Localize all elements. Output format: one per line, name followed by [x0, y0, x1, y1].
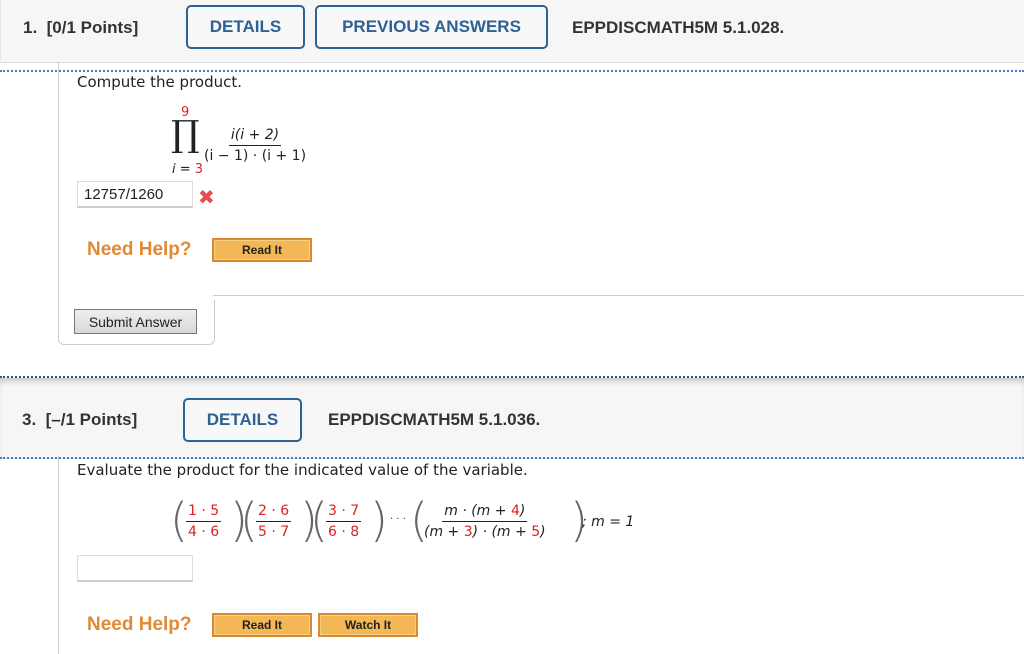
question-1-header: 1. [0/1 Points] DETAILS PREVIOUS ANSWERS… — [0, 0, 1024, 63]
submit-answer-button[interactable]: Submit Answer — [74, 309, 197, 334]
need-help-label: Need Help? — [87, 614, 192, 635]
evaluate-formula: ( 1 · 5 4 · 6 ) ( 2 · 6 5 · 7 ) ( 3 · 7 … — [170, 493, 670, 547]
details-button[interactable]: DETAILS — [186, 5, 305, 49]
fraction-denominator: (i − 1) · (i + 1) — [204, 148, 307, 164]
question-1-code: EPPDISCMATH5M 5.1.028. — [572, 18, 785, 37]
divider — [0, 70, 1024, 72]
question-3-prompt: Evaluate the product for the indicated v… — [77, 461, 528, 479]
factor-3-den: 6 · 8 — [328, 524, 360, 540]
answer-input[interactable]: 12757/1260 — [77, 181, 193, 208]
previous-answers-button[interactable]: PREVIOUS ANSWERS — [315, 5, 548, 49]
question-3-header: 3. [–/1 Points] DETAILS EPPDISCMATH5M 5.… — [0, 376, 1024, 459]
factor-2-num: 2 · 6 — [256, 503, 292, 522]
factor-1-den: 4 · 6 — [188, 524, 220, 540]
factor-3: 3 · 7 6 · 8 — [326, 503, 362, 540]
watch-it-button[interactable]: Watch It — [318, 613, 418, 637]
question-1-prompt: Compute the product. — [77, 73, 243, 91]
factor-1: 1 · 5 4 · 6 — [186, 503, 222, 540]
factor-2-den: 5 · 7 — [258, 524, 290, 540]
general-term-num: m · (m + 4) — [442, 503, 528, 522]
ellipsis: · · · — [390, 514, 406, 525]
question-1-points: 1. [0/1 Points] — [23, 18, 139, 37]
general-term-den: (m + 3) · (m + 5) — [424, 524, 546, 540]
product-symbol: ∏ — [171, 114, 200, 155]
fraction-numerator: i(i + 2) — [228, 127, 282, 146]
right-paren: ) — [370, 493, 388, 547]
left-rule — [58, 456, 59, 654]
need-help-label: Need Help? — [87, 239, 192, 260]
product-formula: 9 ∏ i = 3 i(i + 2) (i − 1) · (i + 1) — [168, 105, 348, 180]
question-3-code: EPPDISCMATH5M 5.1.036. — [328, 410, 541, 429]
answer-input[interactable] — [77, 555, 193, 582]
product-lower-limit: i = 3 — [172, 162, 204, 177]
details-button[interactable]: DETAILS — [183, 398, 302, 442]
factor-2: 2 · 6 5 · 7 — [256, 503, 292, 540]
divider — [0, 457, 1024, 459]
question-3-points: 3. [–/1 Points] — [22, 410, 138, 429]
left-rule — [58, 62, 59, 300]
read-it-button[interactable]: Read It — [212, 238, 312, 262]
general-term: m · (m + 4) (m + 3) · (m + 5) — [424, 503, 546, 540]
incorrect-x-icon: ✖ — [198, 185, 215, 209]
factor-1-num: 1 · 5 — [186, 503, 222, 522]
read-it-button[interactable]: Read It — [212, 613, 312, 637]
factor-3-num: 3 · 7 — [326, 503, 362, 522]
condition: ; m = 1 — [582, 514, 635, 530]
panel-border — [213, 295, 1024, 296]
product-fraction: i(i + 2) (i − 1) · (i + 1) — [204, 127, 306, 164]
